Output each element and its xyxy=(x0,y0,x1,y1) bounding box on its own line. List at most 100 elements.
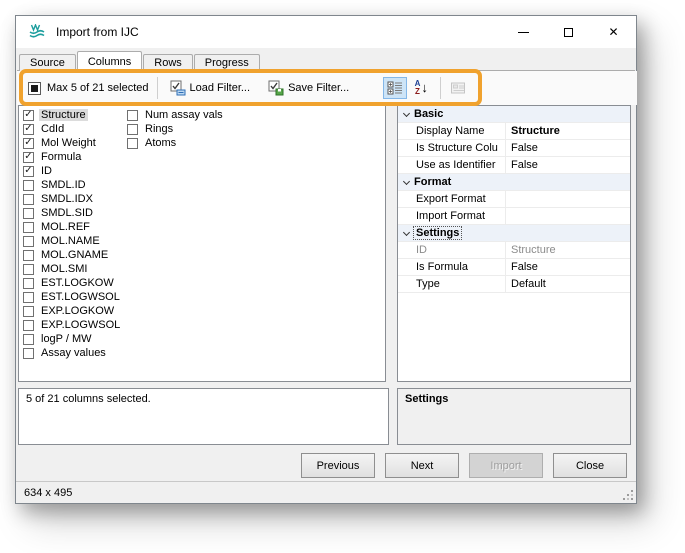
property-value[interactable]: Structure xyxy=(506,244,556,256)
column-checkbox-item[interactable]: Atoms xyxy=(127,136,225,150)
checkbox-unchecked-icon[interactable] xyxy=(23,208,34,219)
column-checkbox-item[interactable]: EST.LOGWSOL xyxy=(23,290,122,304)
column-checkbox-item[interactable]: EXP.LOGWSOL xyxy=(23,318,122,332)
column-checkbox-item[interactable]: EST.LOGKOW xyxy=(23,276,122,290)
column-label: EST.LOGWSOL xyxy=(39,291,122,303)
checkbox-unchecked-icon[interactable] xyxy=(23,194,34,205)
checkbox-unchecked-icon[interactable] xyxy=(23,292,34,303)
tab-rows[interactable]: Rows xyxy=(143,54,193,71)
column-checkbox-item[interactable]: MOL.SMI xyxy=(23,262,122,276)
column-label: Formula xyxy=(39,151,83,163)
column-checkbox-item[interactable]: MOL.GNAME xyxy=(23,248,122,262)
column-checkbox-item[interactable]: ✓Structure xyxy=(23,108,122,122)
column-checkbox-item[interactable]: Assay values xyxy=(23,346,122,360)
column-checkbox-item[interactable]: Rings xyxy=(127,122,225,136)
property-row[interactable]: Is FormulaFalse xyxy=(398,259,630,276)
column-checkbox-item[interactable]: MOL.NAME xyxy=(23,234,122,248)
property-name: Import Format xyxy=(414,208,506,224)
property-name: Is Structure Colu xyxy=(414,140,506,156)
checkbox-checked-icon[interactable]: ✓ xyxy=(23,138,34,149)
property-category-row[interactable]: Basic xyxy=(398,106,630,123)
checkbox-unchecked-icon[interactable] xyxy=(23,264,34,275)
tab-progress[interactable]: Progress xyxy=(194,54,260,71)
load-filter-button[interactable]: Load Filter... xyxy=(166,78,255,98)
checkbox-unchecked-icon[interactable] xyxy=(23,180,34,191)
property-row[interactable]: Display NameStructure xyxy=(398,123,630,140)
max-selected-checkbox[interactable] xyxy=(28,82,41,95)
column-label: SMDL.ID xyxy=(39,179,88,191)
status-bar: 634 x 495 xyxy=(16,481,636,503)
column-label: Mol Weight xyxy=(39,137,98,149)
checkbox-unchecked-icon[interactable] xyxy=(23,320,34,331)
chevron-down-icon[interactable] xyxy=(398,113,414,116)
save-filter-button[interactable]: Save Filter... xyxy=(264,78,353,98)
checkbox-unchecked-icon[interactable] xyxy=(23,278,34,289)
property-row[interactable]: Use as IdentifierFalse xyxy=(398,157,630,174)
column-checkbox-item[interactable]: SMDL.SID xyxy=(23,206,122,220)
checkbox-unchecked-icon[interactable] xyxy=(127,124,138,135)
checkbox-unchecked-icon[interactable] xyxy=(23,222,34,233)
column-checkbox-item[interactable]: logP / MW xyxy=(23,332,122,346)
category-label: Format xyxy=(414,176,451,188)
resize-grip-icon[interactable] xyxy=(631,498,633,500)
column-checkbox-item[interactable]: ✓CdId xyxy=(23,122,122,136)
checkbox-checked-icon[interactable]: ✓ xyxy=(23,110,34,121)
tab-source[interactable]: Source xyxy=(19,54,76,71)
property-value[interactable]: Structure xyxy=(506,125,560,137)
property-category-row[interactable]: Settings xyxy=(398,225,630,242)
property-row[interactable]: Import Format xyxy=(398,208,630,225)
property-value[interactable]: False xyxy=(506,159,538,171)
checkbox-unchecked-icon[interactable] xyxy=(127,138,138,149)
import-button[interactable]: Import xyxy=(469,453,543,478)
app-icon xyxy=(28,24,46,40)
chevron-down-icon[interactable] xyxy=(398,232,414,235)
column-checkbox-item[interactable]: SMDL.ID xyxy=(23,178,122,192)
property-row[interactable]: IDStructure xyxy=(398,242,630,259)
close-button[interactable]: ✕ xyxy=(591,16,636,48)
checkbox-checked-icon[interactable]: ✓ xyxy=(23,152,34,163)
property-value[interactable]: False xyxy=(506,261,538,273)
property-row[interactable]: TypeDefault xyxy=(398,276,630,293)
previous-button[interactable]: Previous xyxy=(301,453,375,478)
column-label: logP / MW xyxy=(39,333,94,345)
checkbox-unchecked-icon[interactable] xyxy=(23,250,34,261)
window-title: Import from IJC xyxy=(56,25,139,39)
column-checkbox-item[interactable]: MOL.REF xyxy=(23,220,122,234)
column-checkbox-item[interactable]: ✓ Mol Weight xyxy=(23,136,122,150)
close-dialog-button[interactable]: Close xyxy=(553,453,627,478)
selection-summary-box: 5 of 21 columns selected. xyxy=(18,388,389,445)
checkbox-unchecked-icon[interactable] xyxy=(23,334,34,345)
column-checkbox-item[interactable]: ✓ID xyxy=(23,164,122,178)
property-value[interactable]: False xyxy=(506,142,538,154)
tab-columns[interactable]: Columns xyxy=(77,51,142,71)
column-label: EXP.LOGKOW xyxy=(39,305,116,317)
categorized-view-button[interactable] xyxy=(383,77,407,99)
property-category-row[interactable]: Format xyxy=(398,174,630,191)
settings-description-box: Settings xyxy=(397,388,631,445)
checkbox-unchecked-icon[interactable] xyxy=(23,348,34,359)
checkbox-unchecked-icon[interactable] xyxy=(23,306,34,317)
checkbox-unchecked-icon[interactable] xyxy=(23,236,34,247)
checkbox-unchecked-icon[interactable] xyxy=(127,110,138,121)
chevron-down-icon[interactable] xyxy=(398,181,414,184)
property-row[interactable]: Is Structure ColuFalse xyxy=(398,140,630,157)
property-row[interactable]: Export Format xyxy=(398,191,630,208)
maximize-button[interactable] xyxy=(546,16,591,48)
column-checkbox-item[interactable]: EXP.LOGKOW xyxy=(23,304,122,318)
column-checkbox-item[interactable]: ✓ Formula xyxy=(23,150,122,164)
category-label: Settings xyxy=(414,227,461,239)
property-grid[interactable]: BasicDisplay NameStructureIs Structure C… xyxy=(397,105,631,382)
column-label: EXP.LOGWSOL xyxy=(39,319,122,331)
alphabetical-sort-button[interactable]: AZ↓ xyxy=(409,77,433,99)
next-button[interactable]: Next xyxy=(385,453,459,478)
column-label: Num assay vals xyxy=(143,109,225,121)
checkbox-checked-icon[interactable]: ✓ xyxy=(23,124,34,135)
property-name: Type xyxy=(414,276,506,292)
column-list-panel[interactable]: ✓Structure✓CdId✓Mol Weight✓Formula✓IDSMD… xyxy=(18,105,386,382)
property-sheet-button[interactable] xyxy=(446,77,470,99)
column-checkbox-item[interactable]: Num assay vals xyxy=(127,108,225,122)
checkbox-checked-icon[interactable]: ✓ xyxy=(23,166,34,177)
minimize-button[interactable] xyxy=(501,16,546,48)
property-value[interactable]: Default xyxy=(506,278,546,290)
column-checkbox-item[interactable]: SMDL.IDX xyxy=(23,192,122,206)
